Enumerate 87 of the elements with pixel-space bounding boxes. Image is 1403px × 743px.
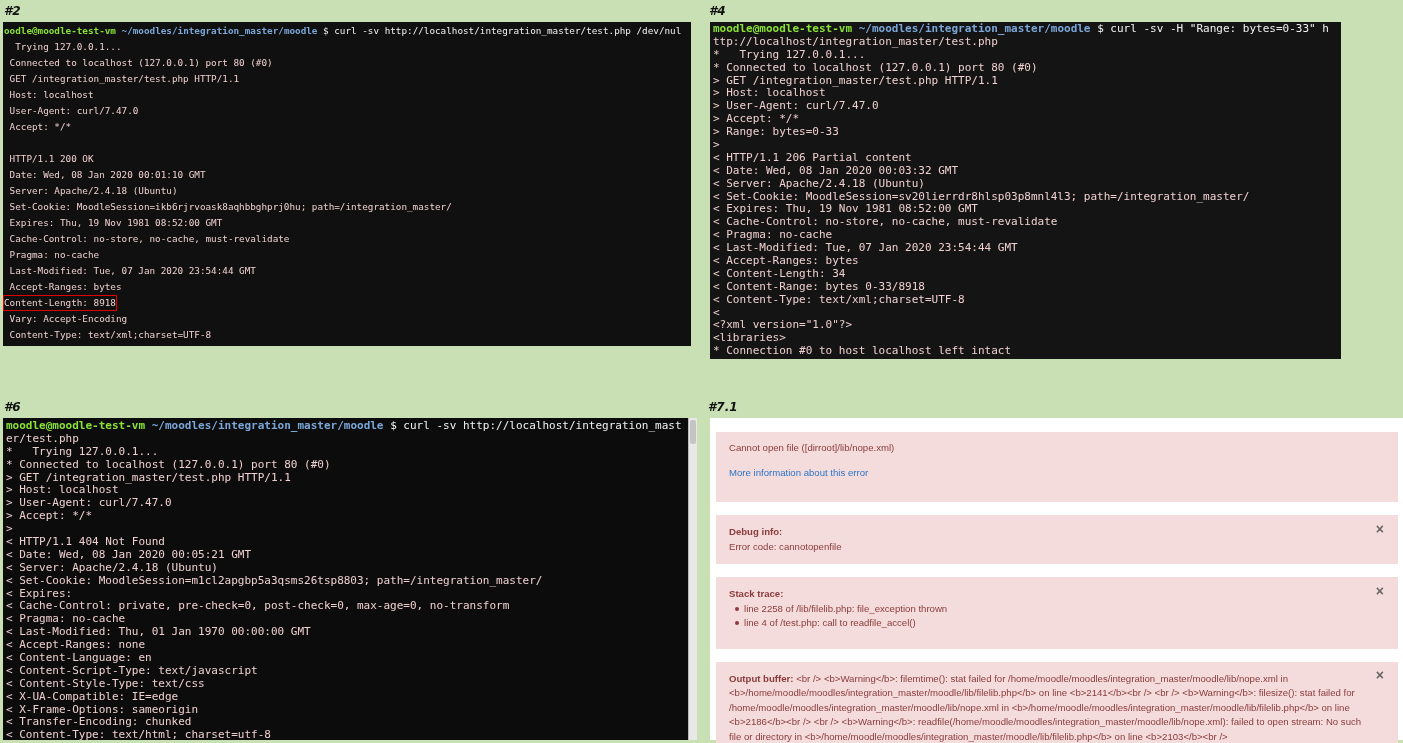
- terminal-line: GET /integration_master/test.php HTTP/1.1: [8, 72, 241, 86]
- terminal-line: < Pragma: no-cache: [712, 228, 834, 242]
- terminal-line: < Last-Modified: Thu, 01 Jan 1970 00:00:00 GMT: [5, 625, 312, 639]
- terminal-line: Expires: Thu, 19 Nov 1981 08:52:00 GMT: [8, 216, 224, 230]
- terminal-line: Host: localhost: [8, 88, 95, 102]
- terminal-line: Accept-Ranges: bytes: [8, 280, 123, 294]
- terminal-line: < Cache-Control: private, pre-check=0, post-check=0, max-age=0, no-transform: [5, 599, 511, 613]
- terminal-line: Connected to localhost (127.0.0.1) port 80 (#0): [8, 56, 274, 70]
- terminal-line: < HTTP/1.1 404 Not Found: [5, 535, 166, 548]
- output-buffer-text: Output buffer: <br /> <b>Warning</b>: filemtime(): stat failed for /home/moodle/moodles/integration_master/moodle/lib/nope.xml in <b>/home/moodle/moodles/integration_master/moodle/lib/filelib.php</b> on line <b>2141</b><br /> <br /> <b>Warning</b>: filesize(): stat failed for /home/moodle/moodles/integration_master/moodle/lib/nope.xml in <b>/home/moodle/moodles/integration_master/moodle/lib/filelib.php</b> on line <b>2186</b><br /> <br /> <b>Warning</b>: readfile(/home/moodle/moodles/integration_master/moodle/lib/nope.xml): failed to open stream: No such file or directory in <b>/home/moodle/moodles/integration_master/moodle/lib/filelib.php</b> on line <b>2103</b><br />: [729, 671, 1363, 743]
- terminal-line: <libraries>: [712, 331, 787, 345]
- terminal-line: > Accept: */*: [712, 112, 801, 126]
- terminal-line: Pragma: no-cache: [8, 248, 101, 262]
- terminal-line: < Accept-Ranges: bytes: [712, 254, 860, 267]
- terminal-line: User-Agent: curl/7.47.0: [8, 104, 140, 118]
- terminal-line: > GET /integration_master/test.php HTTP/1.1: [5, 470, 292, 484]
- terminal-line: Accept: */*: [8, 120, 73, 134]
- terminal-line: er/test.php: [5, 431, 80, 445]
- terminal-line: < Content-Type: text/html; charset=utf-8: [5, 728, 272, 740]
- terminal-line: < Content-Length: 34: [712, 266, 847, 280]
- terminal-line: < Expires: Thu, 19 Nov 1981 08:52:00 GMT: [712, 202, 979, 216]
- terminal-line: Cache-Control: no-store, no-cache, must-revalidate: [8, 232, 291, 246]
- terminal-line: > User-Agent: curl/7.47.0: [5, 496, 173, 510]
- command-prompt-line: oodle@moodle-test-vm ~/moodles/integration_master/moodle $ curl -sv http://localhost/integration_master/test.php /dev/nul: [3, 24, 683, 38]
- scrollbar[interactable]: [688, 418, 697, 740]
- error-message: Cannot open file ([dirroot]/lib/nope.xml): [729, 442, 895, 453]
- terminal-line: * Connection #0 to host localhost left intact: [712, 344, 1012, 358]
- terminal-line: >: [5, 522, 14, 535]
- terminal-line: Trying 127.0.0.1...: [14, 40, 123, 54]
- close-icon[interactable]: ×: [1375, 584, 1384, 599]
- command-prompt-line: moodle@moodle-test-vm ~/moodles/integration_master/moodle $ curl -sv http://localhost/integration_mast: [5, 419, 683, 432]
- terminal-line: < Content-Range: bytes 0-33/8918: [712, 279, 926, 293]
- terminal-line: > GET /integration_master/test.php HTTP/1.1: [712, 73, 999, 87]
- terminal-line: ttp://localhost/integration_master/test.php: [712, 34, 998, 48]
- terminal-line: < Date: Wed, 08 Jan 2020 00:03:32 GMT: [712, 163, 960, 177]
- close-icon[interactable]: ×: [1375, 667, 1384, 682]
- terminal-line: >: [712, 138, 721, 151]
- terminal-line: < X-UA-Compatible: IE=edge: [5, 689, 180, 703]
- terminal-line: < Set-Cookie: MoodleSession=m1cl2apgbp5a3qsms26tsp8803; path=/integration_master/: [5, 573, 544, 587]
- bullet-icon: [735, 621, 739, 626]
- stack-trace-item: line 4 of /test.php: call to readfile_accel(): [744, 616, 916, 630]
- close-icon[interactable]: ×: [1375, 522, 1384, 537]
- terminal-line: < Pragma: no-cache: [5, 612, 127, 626]
- terminal-line: Last-Modified: Tue, 07 Jan 2020 23:54:44 GMT: [8, 264, 257, 278]
- panel-label: #6: [3, 399, 21, 416]
- terminal-line: Set-Cookie: MoodleSession=ikb6rjrvoask8aqhbbghprj0hu; path=/integration_master/: [8, 200, 453, 214]
- terminal-line: Server: Apache/2.4.18 (Ubuntu): [8, 184, 179, 198]
- terminal-line: < Content-Style-Type: text/css: [5, 676, 206, 690]
- terminal-line: * Connected to localhost (127.0.0.1) port 80 (#0): [5, 457, 332, 471]
- terminal-line: < Server: Apache/2.4.18 (Ubuntu): [5, 560, 219, 574]
- terminal-line: HTTP/1.1 200 OK: [8, 152, 95, 166]
- terminal-line: < Date: Wed, 08 Jan 2020 00:05:21 GMT: [5, 547, 253, 561]
- terminal-line: Date: Wed, 08 Jan 2020 00:01:10 GMT: [8, 168, 207, 182]
- alert-title: Debug info:: [729, 525, 784, 539]
- terminal-line: < Set-Cookie: MoodleSession=sv20lierrdr8hlsp03p8mnl4l3; path=/integration_master/: [712, 189, 1251, 203]
- terminal-line: < Content-Type: text/xml;charset=UTF-8: [712, 292, 966, 306]
- terminal-line: * Trying 127.0.0.1...: [712, 47, 866, 61]
- terminal-line: Vary: Accept-Encoding: [8, 312, 129, 326]
- error-code: Error code: cannotopenfile: [729, 540, 842, 552]
- terminal-line: <?xml version="1.0"?>: [712, 318, 854, 332]
- alert-title: Stack trace:: [729, 587, 785, 601]
- terminal-line: < Expires:: [5, 586, 74, 600]
- terminal-line: * Connected to localhost (127.0.0.1) port 80 (#0): [712, 60, 1039, 74]
- stack-trace-item: line 2258 of /lib/filelib.php: file_exception thrown: [744, 601, 948, 616]
- terminal-line: < X-Frame-Options: sameorigin: [5, 702, 200, 716]
- more-info-link[interactable]: More information about this error: [729, 465, 869, 480]
- bullet-icon: [735, 606, 739, 611]
- terminal-line: < Accept-Ranges: none: [5, 638, 147, 652]
- terminal-line: > Host: localhost: [712, 86, 826, 100]
- terminal-line: > Range: bytes=0-33: [712, 125, 840, 138]
- terminal-line: < HTTP/1.1 206 Partial content: [712, 150, 913, 164]
- terminal-line: > User-Agent: curl/7.47.0: [712, 99, 880, 113]
- terminal-line: > Accept: */*: [5, 509, 94, 523]
- panel-label: #7.1: [707, 399, 738, 416]
- terminal-line: < Content-Script-Type: text/javascript: [5, 663, 259, 677]
- terminal-line: * Trying 127.0.0.1...: [5, 444, 160, 458]
- terminal-line: <: [712, 305, 721, 319]
- terminal-line: < Last-Modified: Tue, 07 Jan 2020 23:54:44 GMT: [712, 241, 1019, 255]
- command-prompt-line: moodle@moodle-test-vm ~/moodles/integration_master/moodle $ curl -sv -H "Range: bytes=0-33" h: [712, 22, 1330, 35]
- panel-label: #2: [3, 3, 21, 20]
- terminal-line: > Host: localhost: [5, 483, 119, 497]
- terminal-line: Content-Type: text/xml;charset=UTF-8: [8, 328, 213, 342]
- terminal-line: < Server: Apache/2.4.18 (Ubuntu): [712, 176, 926, 190]
- terminal-line: < Transfer-Encoding: chunked: [5, 715, 193, 729]
- terminal-line: < Cache-Control: no-store, no-cache, must-revalidate: [712, 215, 1059, 229]
- terminal-line: < Content-Language: en: [5, 651, 153, 664]
- panel-label: #4: [708, 3, 726, 20]
